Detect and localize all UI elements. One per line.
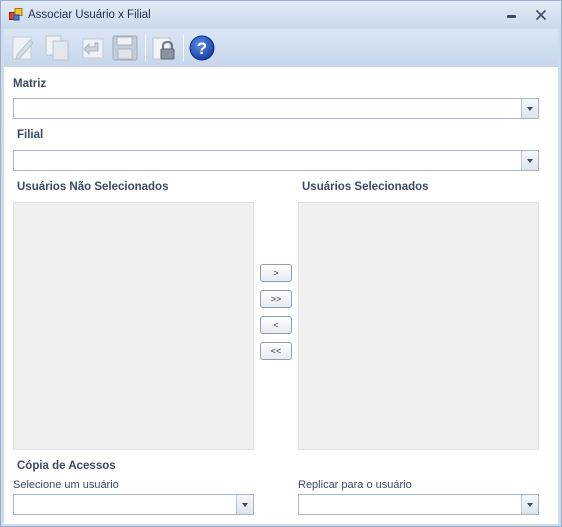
minimize-icon xyxy=(506,15,516,18)
copy-group-line xyxy=(124,467,521,468)
selected-group-line xyxy=(435,188,531,189)
copy-icon xyxy=(45,35,69,61)
window-title: Associar Usuário x Filial xyxy=(28,9,151,21)
matriz-label: Matriz xyxy=(13,78,47,90)
main-window: Associar Usuário x Filial ? Matriz Filia… xyxy=(0,0,562,527)
selected-users-label: Usuários Selecionados xyxy=(302,181,429,193)
copy-button[interactable] xyxy=(42,33,72,63)
source-user-combobox[interactable] xyxy=(13,494,254,515)
available-users-list[interactable] xyxy=(13,202,254,450)
target-user-label: Replicar para o usuário xyxy=(298,479,412,491)
available-users-label: Usuários Não Selecionados xyxy=(17,181,169,193)
matriz-combobox[interactable] xyxy=(13,98,539,119)
chevron-down-icon[interactable] xyxy=(236,495,253,514)
source-user-label: Selecione um usuário xyxy=(13,479,119,491)
chevron-down-icon[interactable] xyxy=(521,151,538,170)
toolbar-separator xyxy=(145,35,146,61)
undo-button[interactable] xyxy=(78,33,108,63)
lock-icon xyxy=(152,37,175,60)
save-icon xyxy=(112,35,138,61)
minimize-button[interactable] xyxy=(499,5,523,25)
lock-button[interactable] xyxy=(148,33,178,63)
form-body: Matriz Filial Usuários Não Selecionados … xyxy=(4,67,558,524)
title-bar[interactable]: Associar Usuário x Filial xyxy=(1,1,561,29)
target-user-combobox[interactable] xyxy=(298,494,539,515)
matriz-group-line xyxy=(50,84,555,85)
filial-label: Filial xyxy=(17,129,44,141)
copy-access-label: Cópia de Acessos xyxy=(17,460,116,472)
edit-button[interactable] xyxy=(8,33,38,63)
undo-icon xyxy=(82,38,104,59)
edit-icon xyxy=(12,36,34,60)
add-all-button[interactable]: >> xyxy=(260,290,292,308)
save-button[interactable] xyxy=(110,33,140,63)
remove-one-button[interactable]: < xyxy=(260,316,292,334)
help-button[interactable]: ? xyxy=(187,33,217,63)
chevron-down-icon[interactable] xyxy=(521,495,538,514)
selected-users-list[interactable] xyxy=(298,202,539,450)
add-one-button[interactable]: > xyxy=(260,264,292,282)
svg-text:?: ? xyxy=(197,39,207,58)
close-button[interactable] xyxy=(529,5,553,25)
help-icon: ? xyxy=(189,35,215,61)
chevron-down-icon[interactable] xyxy=(521,99,538,118)
app-icon xyxy=(9,8,23,22)
toolbar-separator xyxy=(183,35,184,61)
filial-group-line xyxy=(47,136,555,137)
toolbar: ? xyxy=(4,29,558,67)
filial-combobox[interactable] xyxy=(13,150,539,171)
close-icon xyxy=(535,9,547,21)
available-group-line xyxy=(176,188,251,189)
remove-all-button[interactable]: << xyxy=(260,342,292,360)
